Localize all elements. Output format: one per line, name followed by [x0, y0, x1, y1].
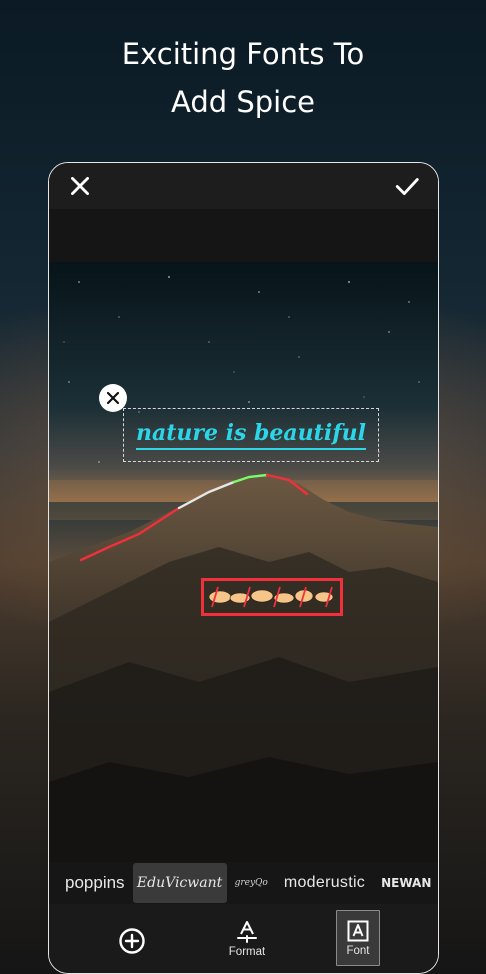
headline-line-1: Exciting Fonts To	[121, 37, 365, 71]
close-circle-icon	[106, 391, 120, 405]
text-layer-box[interactable]: nature is beautiful	[123, 408, 379, 462]
font-label: Font	[346, 944, 370, 957]
plus-circle-icon	[119, 928, 145, 954]
font-icon	[347, 920, 369, 941]
font-picker: poppins EduVicwant greyQo moderustic NEW…	[49, 862, 438, 904]
format-label: Format	[228, 945, 266, 958]
headline-line-2: Add Spice	[170, 85, 316, 119]
format-button[interactable]: Format	[221, 910, 273, 966]
font-option-greyqo[interactable]: greyQo	[227, 863, 276, 903]
decorative-text-sticker[interactable]	[201, 578, 343, 616]
close-button[interactable]	[65, 171, 95, 201]
phone-mockup: nature is beautiful poppins EduVicwant g…	[48, 162, 439, 974]
text-layer-content: nature is beautiful	[135, 420, 367, 450]
editor-top-bar	[49, 163, 438, 209]
format-icon	[237, 920, 257, 943]
bottom-toolbar: Format Font	[49, 904, 438, 973]
add-text-button[interactable]	[115, 924, 149, 958]
font-option-newan[interactable]: NEWAN	[373, 863, 438, 903]
headline: Exciting Fonts To Add Spice	[0, 30, 486, 126]
font-option-poppins[interactable]: poppins	[57, 863, 133, 903]
confirm-button[interactable]	[392, 171, 422, 201]
font-button[interactable]: Font	[336, 910, 380, 966]
photo-canvas[interactable]: nature is beautiful	[49, 262, 438, 862]
font-option-moderustic[interactable]: moderustic	[276, 863, 373, 903]
close-icon	[71, 177, 89, 195]
sticker-graphic	[208, 586, 334, 608]
canvas-margin	[49, 209, 438, 262]
mountain-photo	[49, 262, 438, 862]
check-icon	[395, 178, 419, 195]
font-option-selected[interactable]: EduVicwant	[132, 863, 227, 903]
